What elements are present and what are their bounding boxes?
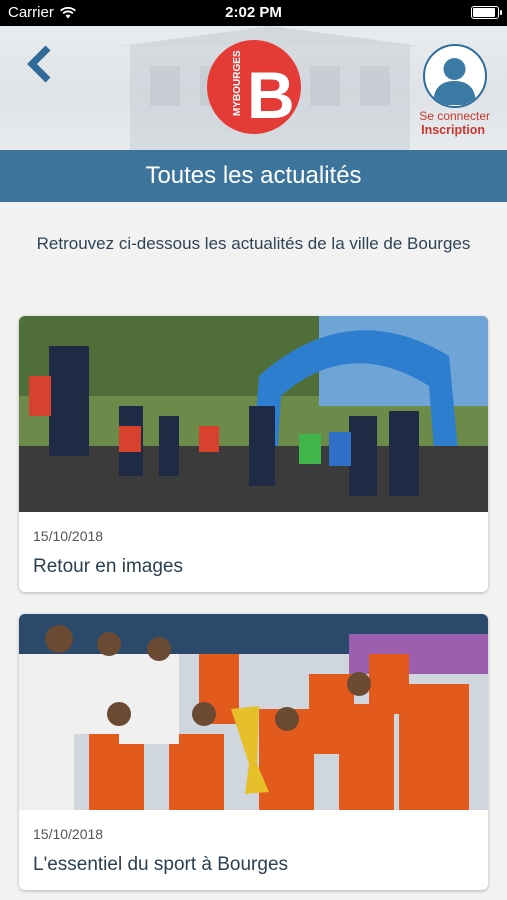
user-icon <box>433 58 476 105</box>
profile-avatar-button[interactable] <box>423 44 487 108</box>
news-title: Retour en images <box>33 556 183 577</box>
logo-letter: B <box>247 58 295 132</box>
logo-text: MYBOURGES <box>232 50 243 116</box>
status-time: 2:02 PM <box>225 4 282 21</box>
news-image-marathon <box>19 316 488 512</box>
chevron-left-icon <box>27 45 51 83</box>
login-link[interactable]: Se connecter <box>419 110 490 123</box>
page-title: Toutes les actualités <box>0 150 507 202</box>
logo-mark: MYBOURGES B <box>232 50 295 132</box>
status-bar: Carrier 2:02 PM <box>0 0 507 26</box>
intro-text: Retrouvez ci-dessous les actualités de l… <box>36 234 471 253</box>
battery-icon <box>471 6 502 19</box>
news-card[interactable]: 15/10/2018 Retour en images <box>19 316 488 592</box>
news-image-basketball-team <box>19 614 488 810</box>
news-title: L'essentiel du sport à Bourges <box>33 854 289 875</box>
battery-fill <box>473 8 495 17</box>
news-date: 15/10/2018 <box>33 826 104 842</box>
signup-link[interactable]: Inscription <box>421 123 485 137</box>
app-logo: MYBOURGES B <box>207 40 301 134</box>
news-card[interactable]: 15/10/2018 L'essentiel du sport à Bourge… <box>19 614 488 890</box>
app-header: MYBOURGES B Se connecter Inscription <box>0 26 507 150</box>
news-date: 15/10/2018 <box>33 528 104 544</box>
back-button[interactable] <box>22 44 62 84</box>
